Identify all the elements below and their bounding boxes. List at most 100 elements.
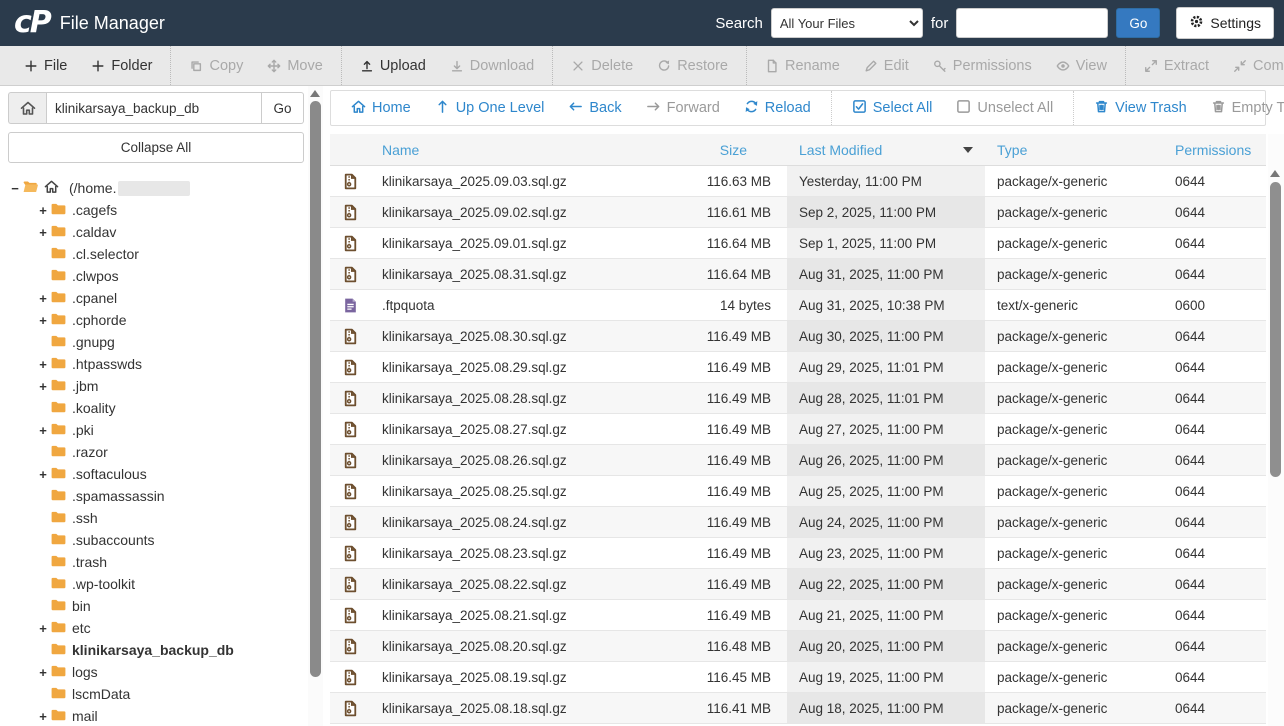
table-row[interactable]: klinikarsaya_2025.08.23.sql.gz 116.49 MB A… <box>330 538 1266 569</box>
cell-type: package/x-generic <box>997 700 1108 716</box>
nav-item-home[interactable]: Home <box>339 99 423 118</box>
scroll-up-icon[interactable] <box>310 90 320 97</box>
tree-expander-icon[interactable]: + <box>36 379 50 394</box>
home-icon-button[interactable] <box>8 92 46 124</box>
table-row[interactable]: klinikarsaya_2025.08.21.sql.gz 116.49 MB A… <box>330 600 1266 631</box>
tree-item-.ssh[interactable]: .ssh <box>8 507 304 529</box>
collapse-all-button[interactable]: Collapse All <box>8 132 304 163</box>
nav-item-up-one-level[interactable]: Up One Level <box>423 99 557 118</box>
tree-item-.razor[interactable]: .razor <box>8 441 304 463</box>
cell-type: package/x-generic <box>997 266 1108 282</box>
tree-item-mail[interactable]: + mail <box>8 705 304 726</box>
table-row[interactable]: klinikarsaya_2025.08.22.sql.gz 116.49 MB A… <box>330 569 1266 600</box>
tree-item-.gnupg[interactable]: .gnupg <box>8 331 304 353</box>
tree-item-.cagefs[interactable]: + .cagefs <box>8 199 304 221</box>
column-header-last-modified[interactable]: Last Modified <box>787 134 985 165</box>
sidebar-scrollbar[interactable] <box>308 86 323 726</box>
tree-expander-icon[interactable]: + <box>36 291 50 306</box>
cell-type: package/x-generic <box>997 173 1108 189</box>
table-row[interactable]: klinikarsaya_2025.09.03.sql.gz 116.63 MB Y… <box>330 166 1266 197</box>
table-row[interactable]: klinikarsaya_2025.08.31.sql.gz 116.64 MB A… <box>330 259 1266 290</box>
tree-item-home.[interactable]: − (/home. <box>8 177 304 199</box>
nav-item-reload[interactable]: Reload <box>732 99 823 118</box>
folder-icon <box>50 442 72 462</box>
scroll-up-icon[interactable] <box>1270 170 1280 177</box>
table-row[interactable]: klinikarsaya_2025.08.27.sql.gz 116.49 MB A… <box>330 414 1266 445</box>
column-header-size[interactable]: Size <box>677 142 787 158</box>
tree-item-.subaccounts[interactable]: .subaccounts <box>8 529 304 551</box>
home-icon <box>44 179 64 197</box>
toolbar-item-upload[interactable]: Upload <box>348 58 438 74</box>
tree-expander-icon[interactable]: + <box>36 467 50 482</box>
tree-item-.htpasswds[interactable]: + .htpasswds <box>8 353 304 375</box>
toolbar-item-file[interactable]: File <box>12 58 79 74</box>
tree-item-.softaculous[interactable]: + .softaculous <box>8 463 304 485</box>
tree-item-label: .jbm <box>72 378 99 394</box>
table-row[interactable]: klinikarsaya_2025.08.29.sql.gz 116.49 MB A… <box>330 352 1266 383</box>
table-row[interactable]: klinikarsaya_2025.09.01.sql.gz 116.64 MB S… <box>330 228 1266 259</box>
search-go-button[interactable]: Go <box>1116 8 1161 38</box>
arrow-right-icon <box>646 99 661 118</box>
table-row[interactable]: klinikarsaya_2025.09.02.sql.gz 116.61 MB S… <box>330 197 1266 228</box>
tree-item-.jbm[interactable]: + .jbm <box>8 375 304 397</box>
table-scrollbar-thumb[interactable] <box>1270 182 1281 477</box>
tree-item-.cpanel[interactable]: + .cpanel <box>8 287 304 309</box>
tree-item-label: logs <box>72 664 98 680</box>
folder-icon <box>50 530 72 550</box>
tree-item-klinikarsaya_backup_db[interactable]: klinikarsaya_backup_db <box>8 639 304 661</box>
tree-item-.koality[interactable]: .koality <box>8 397 304 419</box>
cell-type: package/x-generic <box>997 483 1108 499</box>
table-row[interactable]: klinikarsaya_2025.08.25.sql.gz 116.49 MB A… <box>330 476 1266 507</box>
sidebar-scrollbar-thumb[interactable] <box>310 101 321 677</box>
table-row[interactable]: klinikarsaya_2025.08.30.sql.gz 116.49 MB A… <box>330 321 1266 352</box>
tree-expander-icon[interactable]: + <box>36 225 50 240</box>
search-scope-select[interactable]: All Your Files <box>770 8 923 38</box>
tree-item-lscmData[interactable]: lscmData <box>8 683 304 705</box>
table-scrollbar[interactable] <box>1268 134 1284 726</box>
tree-item-.spamassassin[interactable]: .spamassassin <box>8 485 304 507</box>
cell-last-modified: Aug 28, 2025, 11:01 PM <box>787 383 985 413</box>
tree-item-.cphorde[interactable]: + .cphorde <box>8 309 304 331</box>
table-row[interactable]: .ftpquota 14 bytes Aug 31, 2025, 10:38 PM t… <box>330 290 1266 321</box>
column-header-name[interactable]: Name <box>370 142 677 158</box>
nav-item-back[interactable]: Back <box>556 99 633 118</box>
tree-expander-icon[interactable]: + <box>36 203 50 218</box>
tree-item-.clwpos[interactable]: .clwpos <box>8 265 304 287</box>
tree-item-etc[interactable]: + etc <box>8 617 304 639</box>
settings-button[interactable]: Settings <box>1176 7 1274 39</box>
table-row[interactable]: klinikarsaya_2025.08.26.sql.gz 116.49 MB A… <box>330 445 1266 476</box>
table-row[interactable]: klinikarsaya_2025.08.24.sql.gz 116.49 MB A… <box>330 507 1266 538</box>
nav-item-label: Back <box>589 100 622 116</box>
table-row[interactable]: klinikarsaya_2025.08.28.sql.gz 116.49 MB A… <box>330 383 1266 414</box>
tree-expander-icon[interactable]: + <box>36 665 50 680</box>
tree-expander-icon[interactable]: + <box>36 423 50 438</box>
table-row[interactable]: klinikarsaya_2025.08.20.sql.gz 116.48 MB A… <box>330 631 1266 662</box>
table-row[interactable]: klinikarsaya_2025.08.19.sql.gz 116.45 MB A… <box>330 662 1266 693</box>
tree-expander-icon[interactable]: − <box>8 181 22 196</box>
archive-file-icon <box>330 266 370 283</box>
table-row[interactable]: klinikarsaya_2025.08.18.sql.gz 116.41 MB A… <box>330 693 1266 724</box>
toolbar-item-folder[interactable]: Folder <box>79 58 164 74</box>
nav-item-view-trash[interactable]: View Trash <box>1082 99 1198 118</box>
cell-size: 116.49 MB <box>706 607 771 623</box>
tree-item-.wp-toolkit[interactable]: .wp-toolkit <box>8 573 304 595</box>
archive-file-icon <box>330 607 370 624</box>
nav-item-select-all[interactable]: Select All <box>840 99 945 118</box>
path-go-button[interactable]: Go <box>262 92 304 124</box>
tree-expander-icon[interactable]: + <box>36 313 50 328</box>
tree-expander-icon[interactable]: + <box>36 709 50 724</box>
search-input[interactable] <box>956 8 1109 38</box>
column-header-permissions[interactable]: Permissions <box>1163 142 1266 158</box>
tree-item-.caldav[interactable]: + .caldav <box>8 221 304 243</box>
tree-item-bin[interactable]: bin <box>8 595 304 617</box>
tree-expander-icon[interactable]: + <box>36 357 50 372</box>
tree-expander-icon[interactable]: + <box>36 621 50 636</box>
column-header-type[interactable]: Type <box>985 142 1163 158</box>
arrow-up-icon <box>435 99 450 118</box>
tree-item-.trash[interactable]: .trash <box>8 551 304 573</box>
tree-item-.cl.selector[interactable]: .cl.selector <box>8 243 304 265</box>
tree-item-.pki[interactable]: + .pki <box>8 419 304 441</box>
path-input[interactable] <box>46 92 262 124</box>
tree-item-logs[interactable]: + logs <box>8 661 304 683</box>
archive-file-icon <box>330 483 370 500</box>
